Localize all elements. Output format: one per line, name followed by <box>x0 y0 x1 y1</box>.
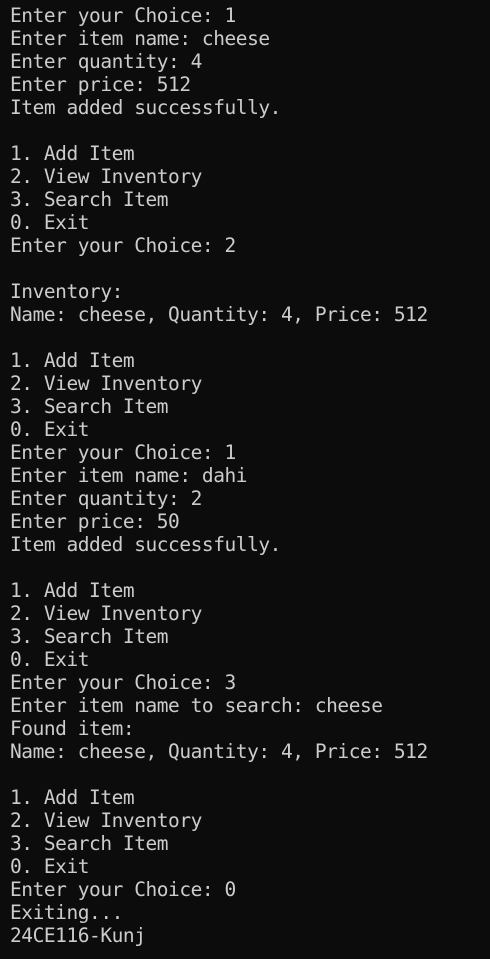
output-line: Enter your Choice: 0 <box>10 878 236 901</box>
output-line: Item added successfully. <box>10 533 281 556</box>
output-line: Enter price: 50 <box>10 510 180 533</box>
output-line: 1. Add Item <box>10 142 135 165</box>
output-line: Enter your Choice: 1 <box>10 441 236 464</box>
output-line: 1. Add Item <box>10 579 135 602</box>
output-line: 1. Add Item <box>10 349 135 372</box>
output-line: Item added successfully. <box>10 96 281 119</box>
output-line: 0. Exit <box>10 648 90 671</box>
output-line: Name: cheese, Quantity: 4, Price: 512 <box>10 740 428 763</box>
output-line: Enter item name to search: cheese <box>10 694 383 717</box>
output-line: 24CE116-Kunj <box>10 924 146 947</box>
output-line: 3. Search Item <box>10 395 169 418</box>
output-line: 0. Exit <box>10 211 90 234</box>
output-line: Enter item name: cheese <box>10 27 270 50</box>
output-line: 2. View Inventory <box>10 165 202 188</box>
terminal-output[interactable]: Enter your Choice: 1 Enter item name: che… <box>0 0 490 959</box>
output-line: Enter your Choice: 3 <box>10 671 236 694</box>
output-line: 0. Exit <box>10 855 90 878</box>
output-line: 2. View Inventory <box>10 372 202 395</box>
output-line: 2. View Inventory <box>10 809 202 832</box>
output-line: 2. View Inventory <box>10 602 202 625</box>
output-line: Enter quantity: 4 <box>10 50 202 73</box>
output-line: Inventory: <box>10 280 123 303</box>
output-line: Enter item name: dahi <box>10 464 248 487</box>
output-line: 0. Exit <box>10 418 90 441</box>
output-line: Enter your Choice: 2 <box>10 234 236 257</box>
output-line: Name: cheese, Quantity: 4, Price: 512 <box>10 303 428 326</box>
output-line: 3. Search Item <box>10 625 169 648</box>
output-line: 1. Add Item <box>10 786 135 809</box>
output-line: Exiting... <box>10 901 123 924</box>
output-line: Found item: <box>10 717 135 740</box>
output-line: 3. Search Item <box>10 188 169 211</box>
output-line: Enter price: 512 <box>10 73 191 96</box>
output-line: 3. Search Item <box>10 832 169 855</box>
output-line: Enter quantity: 2 <box>10 487 202 510</box>
output-line: Enter your Choice: 1 <box>10 4 236 27</box>
